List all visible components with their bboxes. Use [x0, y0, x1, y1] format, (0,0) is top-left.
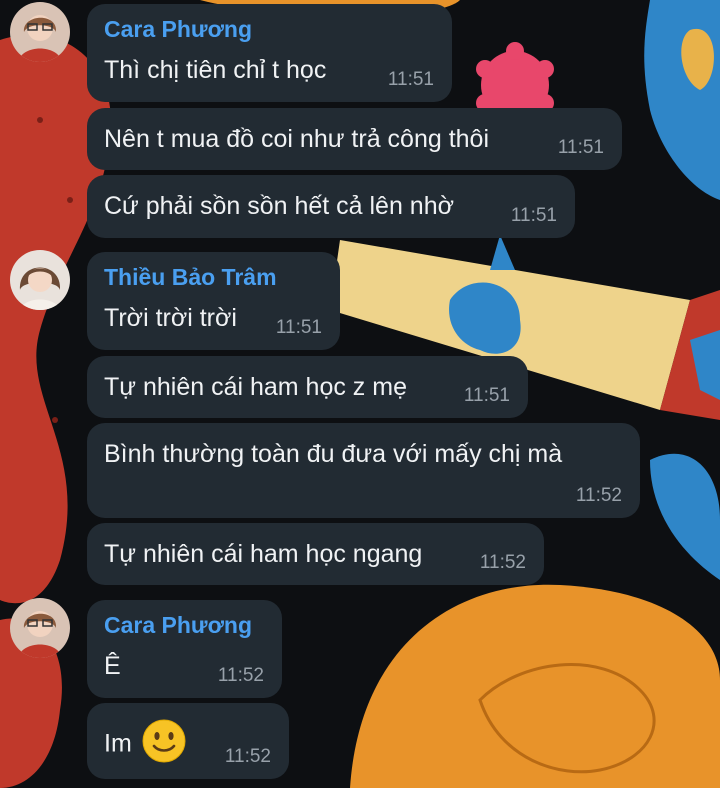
- message-bubble[interactable]: Thiều Bảo Trâm Trời trời trời 11:51: [87, 252, 340, 350]
- message-text: Im: [104, 729, 132, 758]
- message-time: 11:52: [224, 746, 271, 767]
- message-text: Tự nhiên cái ham học z mẹ: [104, 373, 407, 401]
- message-time: 11:51: [387, 69, 434, 90]
- message-bubble[interactable]: Cứ phải sồn sồn hết cả lên nhờ 11:51: [87, 175, 575, 238]
- avatar-cara-phuong[interactable]: [10, 598, 70, 658]
- message-time: 11:52: [217, 665, 264, 686]
- message-text: Bình thường toàn đu đưa với mấy chị mà: [104, 440, 563, 468]
- message-time: 11:51: [463, 385, 510, 406]
- slightly-smiling-face-icon: [142, 719, 186, 763]
- chat-message-list[interactable]: Cara Phương Thì chị tiên chỉ t học 11:51…: [0, 0, 720, 788]
- message-time: 11:51: [275, 317, 322, 338]
- sender-name[interactable]: Cara Phương: [104, 16, 252, 43]
- message-text: Thì chị tiên chỉ t học: [104, 56, 327, 84]
- message-bubble[interactable]: Tự nhiên cái ham học ngang 11:52: [87, 523, 544, 585]
- sender-name[interactable]: Cara Phương: [104, 612, 252, 639]
- message-bubble[interactable]: Cara Phương Ê 11:52: [87, 600, 282, 698]
- message-time: 11:52: [479, 552, 526, 573]
- message-bubble[interactable]: Tự nhiên cái ham học z mẹ 11:51: [87, 356, 528, 418]
- avatar-image: [10, 2, 70, 62]
- message-text: Trời trời trời: [104, 304, 237, 332]
- message-bubble[interactable]: Bình thường toàn đu đưa với mấy chị mà 1…: [87, 423, 640, 518]
- message-text: Nên t mua đồ coi như trả công thôi: [104, 125, 490, 153]
- sender-name[interactable]: Thiều Bảo Trâm: [104, 264, 277, 291]
- message-time: 11:51: [557, 137, 604, 158]
- message-bubble[interactable]: Cara Phương Thì chị tiên chỉ t học 11:51: [87, 4, 452, 102]
- message-text: Tự nhiên cái ham học ngang: [104, 540, 423, 568]
- message-bubble[interactable]: Im 11:52: [87, 703, 289, 779]
- message-text-wrapper: Im: [104, 719, 186, 767]
- avatar-thieu-bao-tram[interactable]: [10, 250, 70, 310]
- message-time: 11:52: [575, 485, 622, 506]
- message-bubble[interactable]: Nên t mua đồ coi như trả công thôi 11:51: [87, 108, 622, 170]
- avatar-image: [10, 598, 70, 658]
- avatar-cara-phuong[interactable]: [10, 2, 70, 62]
- avatar-image: [10, 250, 70, 310]
- message-text: Cứ phải sồn sồn hết cả lên nhờ: [104, 192, 455, 220]
- message-text: Ê: [104, 652, 121, 680]
- message-time: 11:51: [510, 205, 557, 226]
